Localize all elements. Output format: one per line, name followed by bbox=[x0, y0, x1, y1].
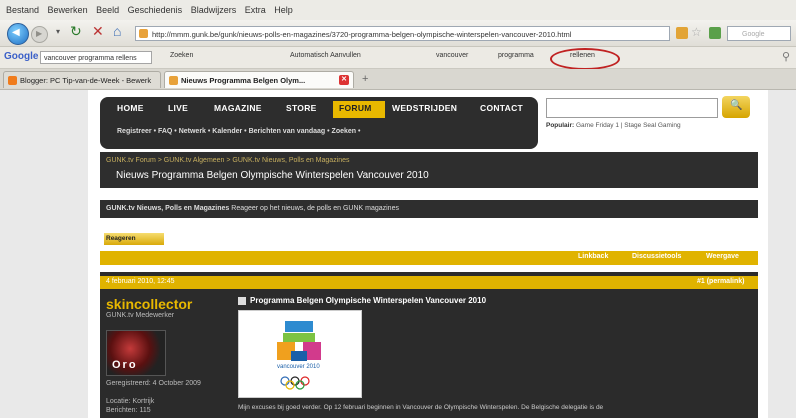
site-header bbox=[100, 97, 538, 149]
toolbar-autofill-button[interactable]: Automatisch Aanvullen bbox=[290, 52, 361, 59]
toolbar-search-button[interactable]: Zoeken bbox=[170, 52, 193, 59]
google-toolbar-logo: Google bbox=[4, 51, 39, 62]
post-date: 4 februari 2010, 12:45 bbox=[106, 278, 175, 285]
site-search-input[interactable] bbox=[546, 98, 718, 118]
user-title: GUNK.tv Medewerker bbox=[106, 312, 175, 319]
forum-subnav[interactable]: Registreer • FAQ • Netwerk • Kalender • … bbox=[117, 128, 360, 135]
display-mode-menu[interactable]: Weergave bbox=[706, 253, 739, 260]
post-body: Mijn excuses bij goed verder. Op 12 febr… bbox=[238, 404, 604, 411]
google-search-box[interactable]: Google bbox=[727, 26, 791, 41]
menu-item-view[interactable]: Beeld bbox=[96, 5, 119, 15]
tab-label: Nieuws Programma Belgen Olym... bbox=[181, 76, 306, 85]
tab-blogger[interactable]: Blogger: PC Tip-van-de-Week - Bewerk bbox=[3, 71, 161, 88]
avatar-text: Oro bbox=[112, 359, 138, 371]
nav-forum[interactable]: FORUM bbox=[339, 103, 372, 113]
nav-magazine[interactable]: MAGAZINE bbox=[214, 103, 262, 113]
back-button[interactable] bbox=[7, 23, 29, 45]
post-icon bbox=[238, 297, 246, 305]
address-bar[interactable]: http://mmm.gunk.be/gunk/nieuws-polls-en-… bbox=[135, 26, 670, 41]
nav-wedstrijden[interactable]: WEDSTRIJDEN bbox=[392, 103, 457, 113]
forward-button[interactable] bbox=[31, 26, 48, 43]
linkback-menu[interactable]: Linkback bbox=[578, 253, 608, 260]
bookmark-star-icon[interactable]: ☆ bbox=[691, 25, 702, 39]
post-header bbox=[100, 276, 758, 289]
toolbar-highlight-vancouver[interactable]: vancouver bbox=[436, 52, 468, 59]
popular-links: Populair: Game Friday 1 | Stage Seal Gam… bbox=[546, 122, 681, 129]
menu-item-history[interactable]: Geschiedenis bbox=[128, 5, 183, 15]
close-tab-icon[interactable]: ✕ bbox=[339, 75, 349, 85]
reply-button[interactable]: Reageren bbox=[104, 233, 164, 245]
menu-item-file[interactable]: Bestand bbox=[6, 5, 39, 15]
site-favicon-icon bbox=[139, 29, 148, 38]
stop-icon[interactable]: ✕ bbox=[92, 23, 104, 40]
tab-nieuws[interactable]: Nieuws Programma Belgen Olym... ✕ bbox=[164, 71, 354, 88]
blogger-favicon-icon bbox=[8, 76, 17, 85]
toolbar-highlight-programma[interactable]: programma bbox=[498, 52, 534, 59]
menu-item-edit[interactable]: Bewerken bbox=[48, 5, 88, 15]
new-tab-icon[interactable]: + bbox=[362, 73, 368, 85]
red-annotation-oval bbox=[550, 48, 620, 70]
forum-info-text: GUNK.tv Nieuws, Polls en Magazines Reage… bbox=[106, 205, 399, 212]
logo-caption: vancouver 2010 bbox=[277, 364, 320, 370]
tab-label: Blogger: PC Tip-van-de-Week - Bewerk bbox=[20, 76, 152, 85]
google-search-engine-icon[interactable] bbox=[709, 27, 721, 39]
nav-live[interactable]: LIVE bbox=[168, 103, 188, 113]
menu-item-help[interactable]: Help bbox=[274, 5, 293, 15]
feed-icon[interactable] bbox=[676, 27, 688, 39]
menu-item-bookmarks[interactable]: Bladwijzers bbox=[191, 5, 237, 15]
user-registered: Geregistreerd: 4 October 2009 bbox=[106, 380, 201, 387]
olympic-emblem-icon bbox=[277, 321, 321, 390]
user-post-count: Berichten: 115 bbox=[106, 407, 151, 414]
forum-info-title: GUNK.tv Nieuws, Polls en Magazines bbox=[106, 205, 230, 212]
post-permalink[interactable]: #1 (permalink) bbox=[697, 278, 744, 285]
vancouver-2010-logo-image: vancouver 2010 bbox=[238, 310, 362, 398]
popular-label: Populair: bbox=[546, 122, 575, 129]
gunk-favicon-icon bbox=[169, 76, 178, 85]
menu-item-tools[interactable]: Extra bbox=[245, 5, 266, 15]
thread-title: Nieuws Programma Belgen Olympische Winte… bbox=[116, 170, 429, 181]
site-search-button[interactable] bbox=[722, 96, 750, 118]
reload-icon[interactable]: ↻ bbox=[70, 23, 82, 40]
forum-info-desc: Reageer op het nieuws, de polls en GUNK … bbox=[231, 205, 399, 212]
toolbar-search-input[interactable]: vancouver programma rellens bbox=[40, 51, 152, 64]
nav-store[interactable]: STORE bbox=[286, 103, 317, 113]
home-icon[interactable]: ⌂ bbox=[113, 23, 121, 39]
post-container bbox=[100, 272, 758, 418]
post-username[interactable]: skincollector bbox=[106, 296, 192, 312]
thread-tools-menu[interactable]: Discussietools bbox=[632, 253, 681, 260]
menu-bar: Bestand Bewerken Beeld Geschiedenis Blad… bbox=[0, 0, 796, 21]
breadcrumb[interactable]: GUNK.tv Forum > GUNK.tv Algemeen > GUNK.… bbox=[106, 157, 350, 164]
nav-home[interactable]: HOME bbox=[117, 103, 144, 113]
nav-contact[interactable]: CONTACT bbox=[480, 103, 523, 113]
user-location: Locatie: Kortrijk bbox=[106, 398, 155, 405]
history-dropdown-icon[interactable]: ▾ bbox=[56, 27, 60, 36]
toolbar-wrench-icon[interactable]: ⚲ bbox=[782, 50, 790, 63]
popular-text[interactable]: Game Friday 1 | Stage Seal Gaming bbox=[576, 122, 681, 129]
post-title: Programma Belgen Olympische Winterspelen… bbox=[250, 296, 487, 305]
